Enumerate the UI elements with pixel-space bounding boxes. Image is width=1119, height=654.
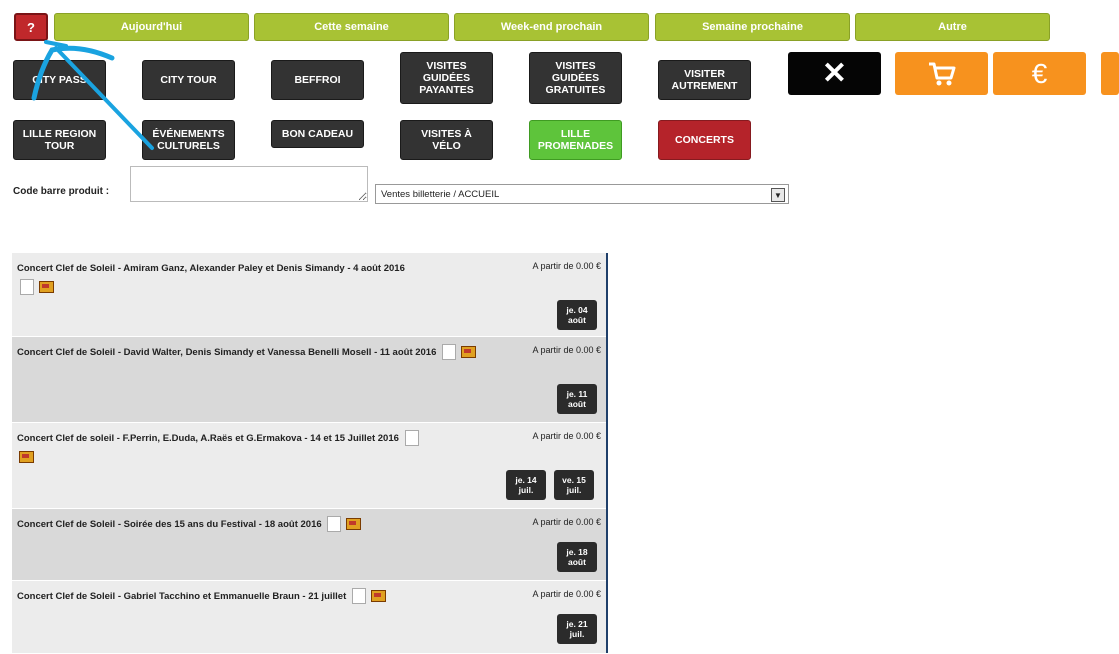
extra-orange-button[interactable] xyxy=(1101,52,1119,95)
event-price: A partir de 0.00 € xyxy=(532,345,601,355)
event-list: Concert Clef de Soleil - Amiram Ganz, Al… xyxy=(12,253,608,654)
barcode-input[interactable] xyxy=(130,166,368,202)
event-price: A partir de 0.00 € xyxy=(532,431,601,441)
event-title[interactable]: Concert Clef de Soleil - Gabriel Tacchin… xyxy=(17,587,512,606)
date-badge[interactable]: je. 21 juil. xyxy=(557,614,597,644)
document-icon[interactable] xyxy=(442,344,457,361)
list-item[interactable]: Concert Clef de Soleil - David Walter, D… xyxy=(12,337,606,423)
document-icon[interactable] xyxy=(351,588,366,605)
payment-button[interactable]: € xyxy=(993,52,1086,95)
flag-icon[interactable] xyxy=(370,590,386,603)
sales-channel-value: Ventes billetterie / ACCUEIL xyxy=(381,188,500,200)
cart-button[interactable] xyxy=(895,52,988,95)
date-badge[interactable]: je. 11 août xyxy=(557,384,597,414)
date-badge[interactable]: ve. 15 juil. xyxy=(554,470,594,500)
chevron-down-icon[interactable]: ▼ xyxy=(771,188,785,202)
tile-visiter-autrement[interactable]: VISITER AUTREMENT xyxy=(658,60,751,100)
list-item[interactable]: Concert Clef de Soleil - Amiram Ganz, Al… xyxy=(12,253,606,337)
tile-evenements-culturels[interactable]: ÉVÉNEMENTS CULTURELS xyxy=(142,120,235,160)
document-icon[interactable] xyxy=(404,430,419,447)
event-title[interactable]: Concert Clef de Soleil - David Walter, D… xyxy=(17,343,512,362)
flag-icon[interactable] xyxy=(346,518,362,531)
tile-lille-region-tour[interactable]: LILLE REGION TOUR xyxy=(13,120,106,160)
flag-icon[interactable] xyxy=(19,451,34,464)
tile-city-tour[interactable]: CITY TOUR xyxy=(142,60,235,100)
event-title[interactable]: Concert Clef de Soleil - Amiram Ganz, Al… xyxy=(17,259,512,297)
filter-this-week[interactable]: Cette semaine xyxy=(254,13,449,41)
tile-concerts[interactable]: CONCERTS xyxy=(658,120,751,160)
tile-visites-velo[interactable]: VISITES À VÉLO xyxy=(400,120,493,160)
filter-today[interactable]: Aujourd'hui xyxy=(54,13,249,41)
document-icon[interactable] xyxy=(327,516,342,533)
flag-icon[interactable] xyxy=(461,346,477,359)
document-icon[interactable] xyxy=(20,279,34,296)
filter-other[interactable]: Autre xyxy=(855,13,1050,41)
cart-icon xyxy=(928,62,955,85)
date-badge[interactable]: je. 14 juil. xyxy=(506,470,546,500)
filter-next-week[interactable]: Semaine prochaine xyxy=(655,13,850,41)
event-price: A partir de 0.00 € xyxy=(532,517,601,527)
event-title[interactable]: Concert Clef de soleil - F.Perrin, E.Dud… xyxy=(17,429,512,467)
euro-icon: € xyxy=(1031,57,1048,89)
event-price: A partir de 0.00 € xyxy=(532,261,601,271)
date-badge[interactable]: je. 18 août xyxy=(557,542,597,572)
list-item[interactable]: Concert Clef de soleil - F.Perrin, E.Dud… xyxy=(12,423,606,509)
tile-beffroi[interactable]: BEFFROI xyxy=(271,60,364,100)
list-item[interactable]: Concert Clef de Soleil - Soirée des 15 a… xyxy=(12,509,606,581)
tile-visites-guidees-payantes[interactable]: VISITES GUIDÉES PAYANTES xyxy=(400,52,493,104)
tile-visites-guidees-gratuites[interactable]: VISITES GUIDÉES GRATUITES xyxy=(529,52,622,104)
date-badge[interactable]: je. 04 août xyxy=(557,300,597,330)
sales-channel-select[interactable]: Ventes billetterie / ACCUEIL ▼ xyxy=(375,184,789,204)
flag-icon[interactable] xyxy=(39,281,54,294)
help-button[interactable]: ? xyxy=(14,13,48,41)
filter-next-weekend[interactable]: Week-end prochain xyxy=(454,13,649,41)
close-button[interactable]: ✕ xyxy=(788,52,881,95)
close-icon: ✕ xyxy=(821,57,848,90)
barcode-label: Code barre produit : xyxy=(13,186,110,197)
tile-city-pass[interactable]: CITY PASS xyxy=(13,60,106,100)
tile-lille-promenades[interactable]: LILLE PROMENADES xyxy=(529,120,622,160)
event-title[interactable]: Concert Clef de Soleil - Soirée des 15 a… xyxy=(17,515,512,534)
list-item[interactable]: Concert Clef de Soleil - Gabriel Tacchin… xyxy=(12,581,606,654)
event-price: A partir de 0.00 € xyxy=(532,589,601,599)
tile-bon-cadeau[interactable]: BON CADEAU xyxy=(271,120,364,148)
